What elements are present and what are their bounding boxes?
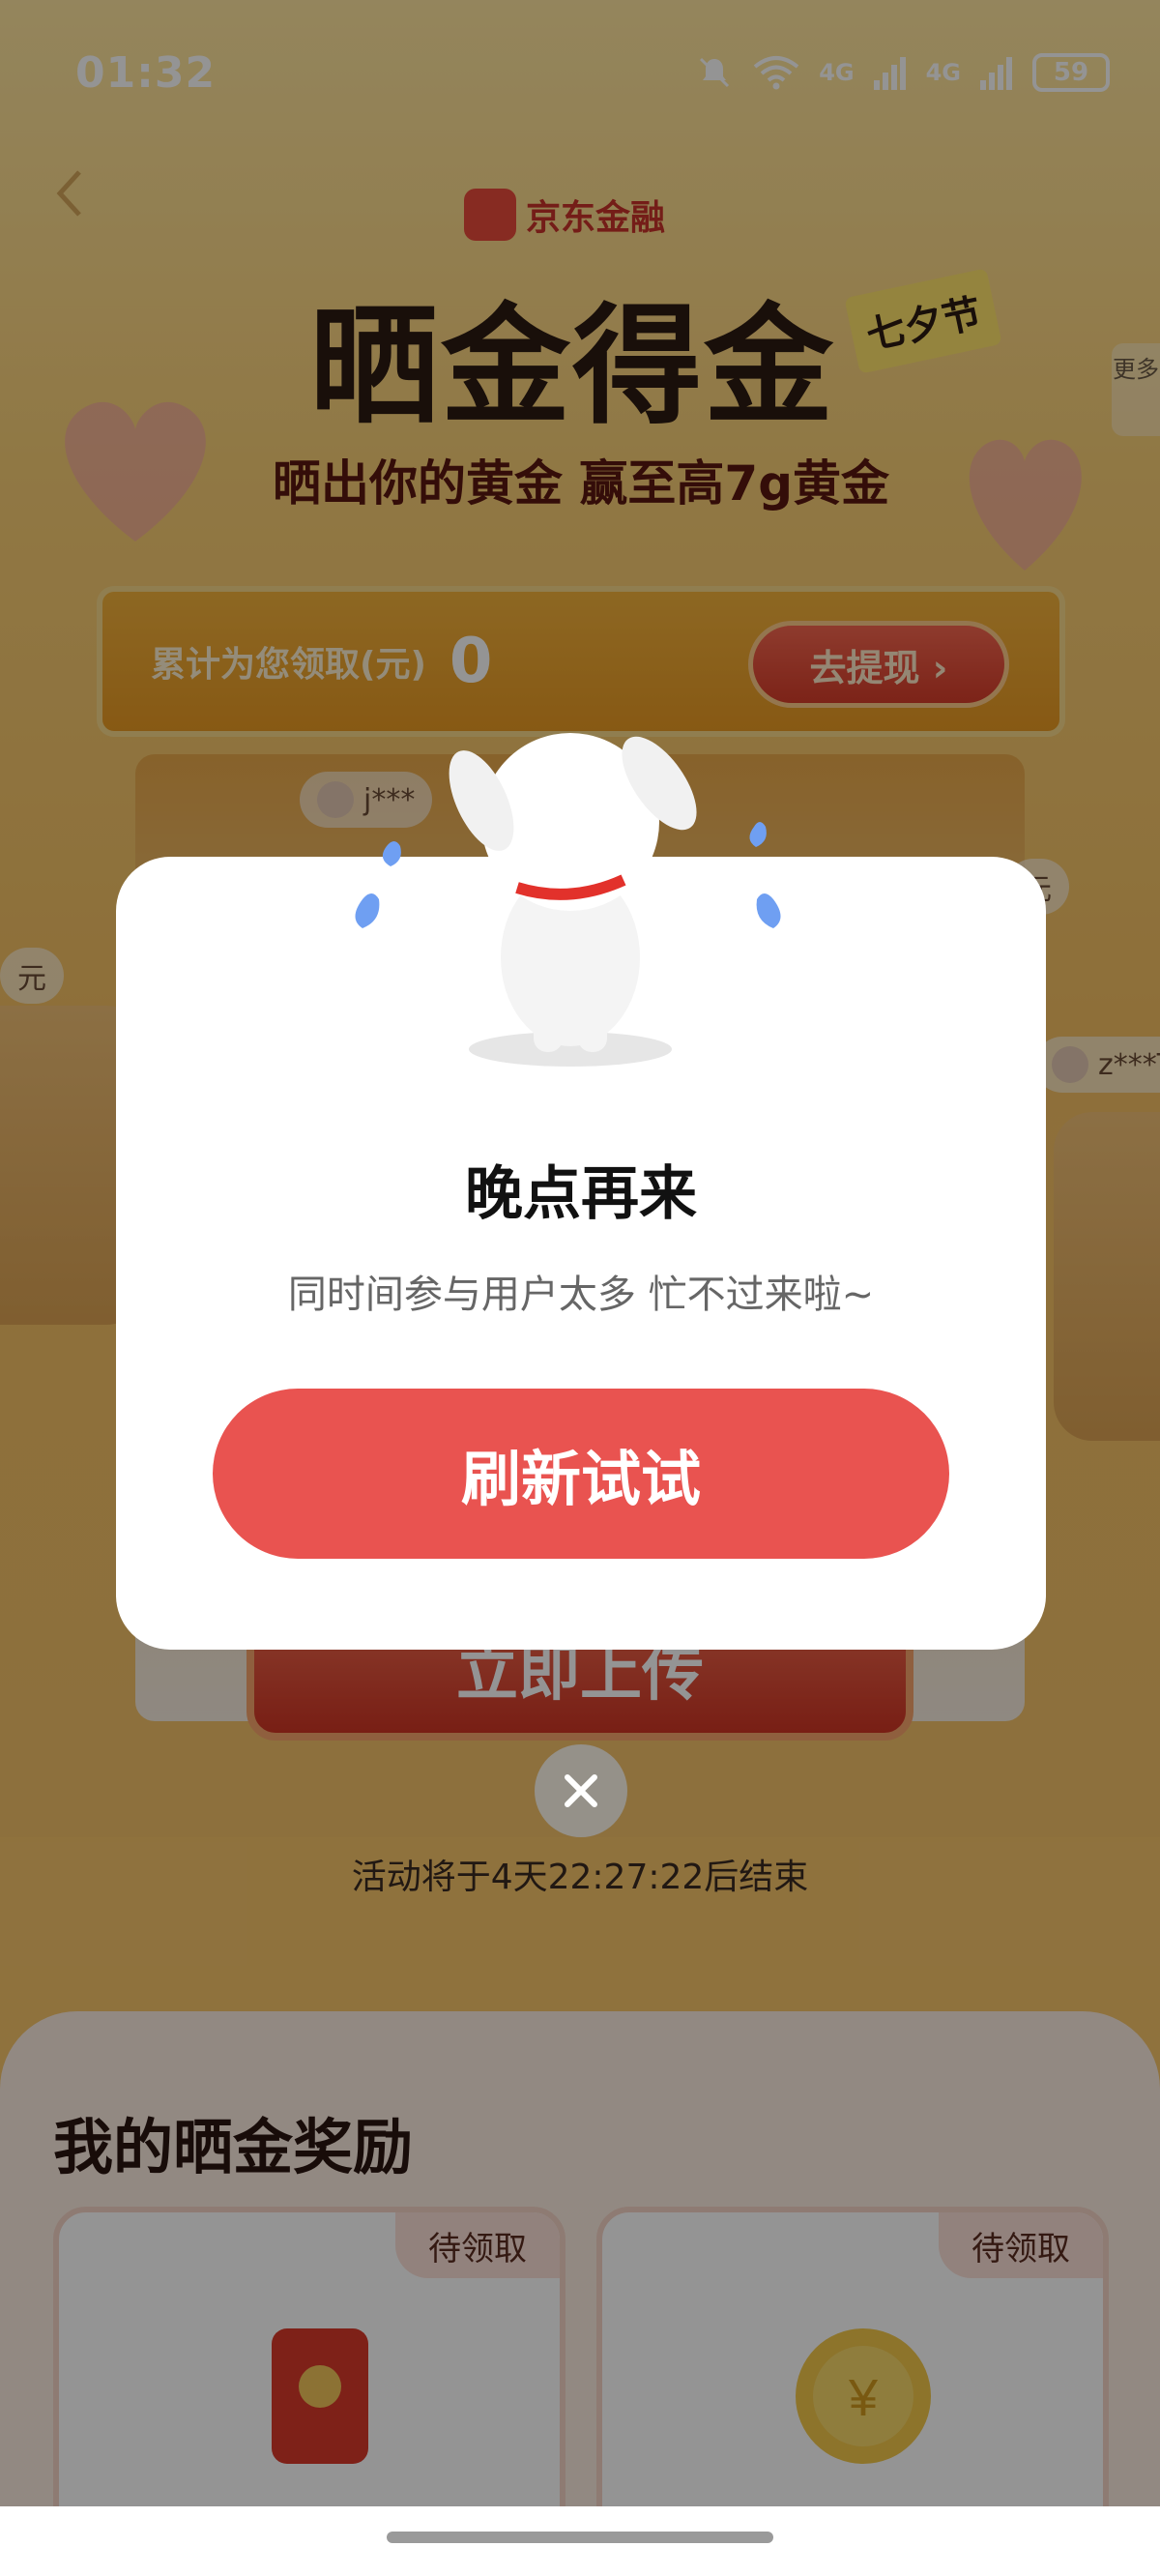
system-nav-bar: [0, 2506, 1160, 2576]
home-gesture-handle[interactable]: [387, 2532, 773, 2543]
refresh-button[interactable]: 刷新试试: [213, 1389, 949, 1559]
dialog-title: 晚点再来: [465, 1160, 697, 1228]
dog-mascot-icon: [355, 733, 781, 1067]
dialog-close-button[interactable]: [535, 1744, 627, 1837]
close-icon: [565, 1774, 597, 1807]
app-root: 01:32 4G 4G 59 京东金融 晒金得金 七夕节 晒出你的黄金 赢至高7…: [0, 0, 1160, 2576]
dialog-message: 同时间参与用户太多 忙不过来啦~: [287, 1273, 875, 1317]
